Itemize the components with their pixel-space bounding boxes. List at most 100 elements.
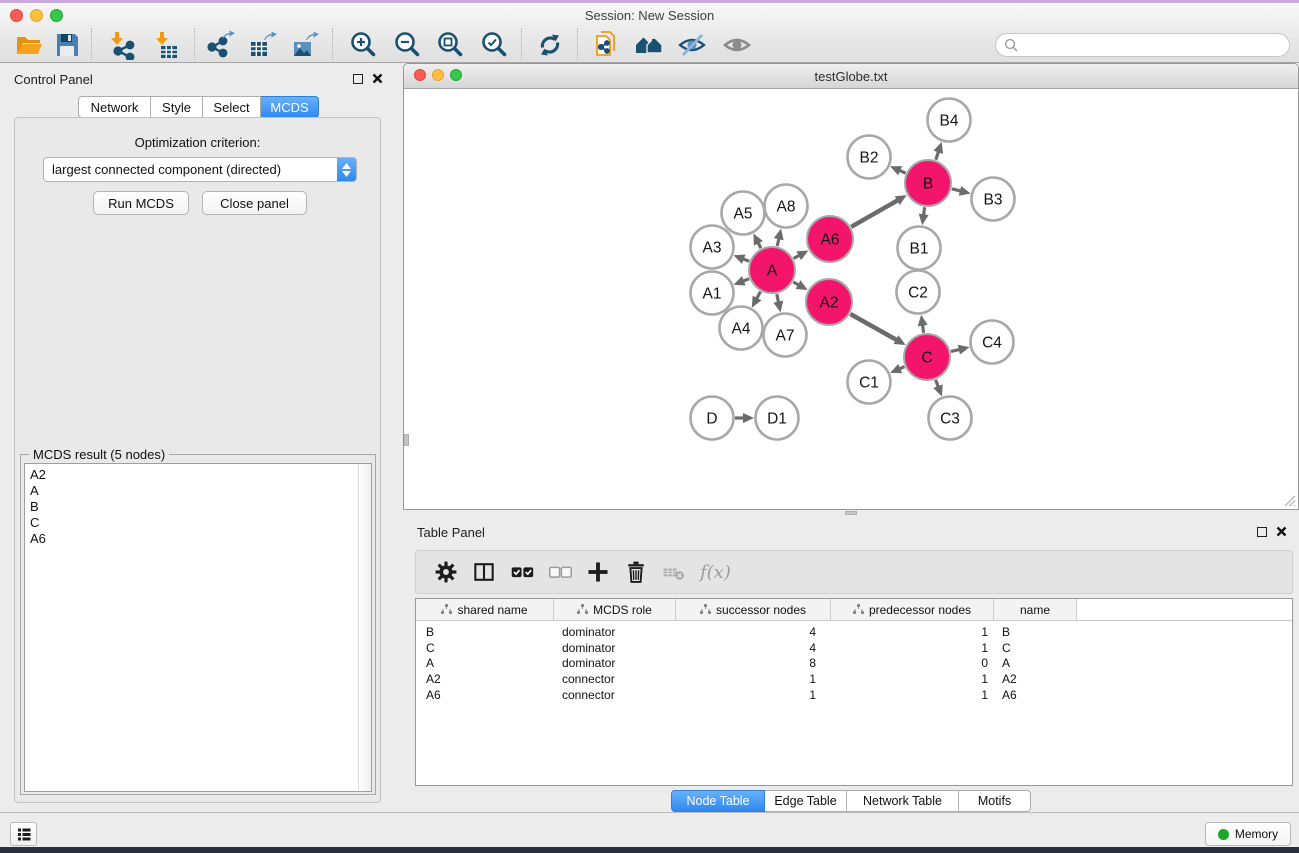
graph-edge-B-B1[interactable] [924,207,925,215]
table-settings-button[interactable] [430,557,461,588]
show-all-button[interactable] [720,28,754,62]
graph-edge-A-A4[interactable] [757,292,761,299]
network-window-titlebar[interactable]: testGlobe.txt [404,64,1298,89]
close-panel-icon[interactable] [372,73,383,84]
close-panel-button[interactable]: Close panel [202,191,307,215]
graph-edge-A-A3[interactable] [743,259,749,261]
graph-node-D[interactable]: D [691,397,734,440]
mcds-result-item[interactable]: A6 [30,531,371,547]
split-columns-button[interactable] [468,557,499,588]
float-panel-icon[interactable] [353,74,363,84]
run-mcds-button[interactable]: Run MCDS [93,191,189,215]
graph-edge-C-C2[interactable] [923,325,924,333]
resize-grip-icon[interactable] [1282,493,1296,507]
delete-column-button[interactable] [620,557,651,588]
graph-edge-C-C4[interactable] [951,349,960,351]
task-history-button[interactable] [10,822,37,846]
graph-node-A5[interactable]: A5 [722,192,765,235]
table-cell[interactable]: A2 [994,672,1077,686]
column-header-mcds-role[interactable]: MCDS role [554,599,676,621]
graph-node-B4[interactable]: B4 [928,99,971,142]
mcds-result-scrollbar[interactable] [358,464,371,791]
table-cell[interactable]: A [994,656,1077,670]
column-header-successor-nodes[interactable]: successor nodes [676,599,831,621]
table-cell[interactable]: C [416,641,554,655]
export-table-button[interactable] [245,28,279,62]
graph-edge-A-A1[interactable] [743,279,749,281]
table-cell[interactable]: 0 [831,656,994,670]
graph-node-A3[interactable]: A3 [691,226,734,269]
memory-button[interactable]: Memory [1205,822,1291,846]
table-cell[interactable]: connector [554,672,676,686]
splitter-handle[interactable] [404,434,409,446]
table-cell[interactable]: dominator [554,625,676,639]
graph-node-C3[interactable]: C3 [929,397,972,440]
graph-node-A2[interactable]: A2 [806,279,852,325]
graph-edge-A-A8[interactable] [777,238,779,246]
graph-edge-B-B4[interactable] [936,151,939,159]
table-cell[interactable]: 8 [676,656,831,670]
criterion-select[interactable]: largest connected component (directed) [43,157,357,182]
zoom-in-button[interactable] [346,28,380,62]
table-cell[interactable]: B [416,625,554,639]
table-row[interactable]: Cdominator41C [416,640,1292,656]
table-row[interactable]: A6connector11A6 [416,687,1292,703]
graph-edge-B-B2[interactable] [899,170,905,173]
add-column-button[interactable] [582,557,613,588]
table-cell[interactable]: A6 [994,688,1077,702]
home-button[interactable] [632,28,666,62]
table-cell[interactable]: 1 [676,672,831,686]
graph-node-B1[interactable]: B1 [898,227,941,270]
graph-edge-C-C3[interactable] [936,380,939,387]
tab-network-table[interactable]: Network Table [847,790,959,812]
zoom-out-button[interactable] [390,28,424,62]
mcds-result-item[interactable]: A [30,483,371,499]
mcds-result-item[interactable]: C [30,515,371,531]
table-cell[interactable]: connector [554,688,676,702]
table-row[interactable]: Adominator80A [416,655,1292,671]
import-table-button[interactable] [150,28,184,62]
graph-edge-A-A7[interactable] [777,294,779,303]
tab-edge-table[interactable]: Edge Table [765,790,847,812]
table-cell[interactable]: 1 [831,672,994,686]
export-network-button[interactable] [203,28,237,62]
float-panel-icon[interactable] [1257,527,1267,537]
graph-edge-B-B3[interactable] [952,189,961,191]
select-all-button[interactable] [506,557,537,588]
column-header-name[interactable]: name [994,599,1077,621]
hide-selected-button[interactable] [675,28,709,62]
zoom-selected-button[interactable] [477,28,511,62]
refresh-button[interactable] [533,28,567,62]
table-cell[interactable]: A [416,656,554,670]
close-panel-icon[interactable] [1276,526,1287,537]
tab-network[interactable]: Network [78,96,151,118]
tab-select[interactable]: Select [203,96,261,118]
table-cell[interactable]: B [994,625,1077,639]
table-cell[interactable]: 4 [676,625,831,639]
open-session-button[interactable] [12,28,46,62]
graph-node-C4[interactable]: C4 [971,321,1014,364]
table-cell[interactable]: C [994,641,1077,655]
graph-node-A4[interactable]: A4 [720,307,763,350]
graph-node-C[interactable]: C [904,334,950,380]
table-cell[interactable]: 4 [676,641,831,655]
graph-edge-A2-C[interactable] [850,314,897,340]
mcds-result-item[interactable]: B [30,499,371,515]
column-header-shared-name[interactable]: shared name [416,599,554,621]
graph-node-A7[interactable]: A7 [764,314,807,357]
mcds-result-item[interactable]: A2 [30,467,371,483]
table-cell[interactable]: A6 [416,688,554,702]
deselect-all-button[interactable] [544,557,575,588]
search-input[interactable] [1023,38,1281,52]
mcds-result-listbox[interactable]: A2ABCA6 [24,463,372,792]
column-header-predecessor-nodes[interactable]: predecessor nodes [831,599,994,621]
table-cell[interactable]: 1 [676,688,831,702]
tab-style[interactable]: Style [151,96,203,118]
graph-node-C1[interactable]: C1 [848,361,891,404]
import-network-button[interactable] [105,28,139,62]
graph-node-D1[interactable]: D1 [756,397,799,440]
table-cell[interactable]: dominator [554,641,676,655]
graph-edge-A6-B[interactable] [851,200,898,227]
graph-node-A6[interactable]: A6 [807,216,853,262]
table-row[interactable]: Bdominator41B [416,624,1292,640]
